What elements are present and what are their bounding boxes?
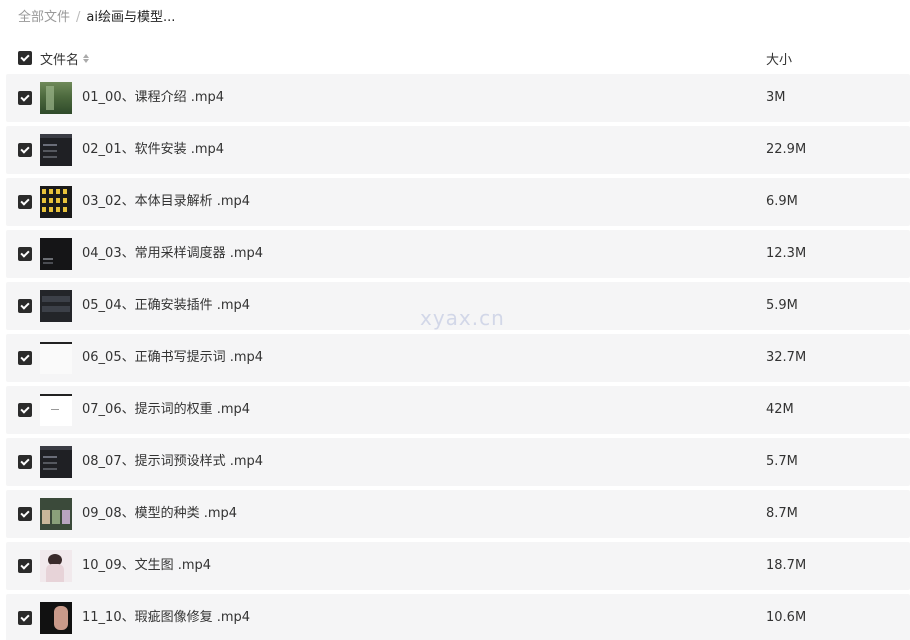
breadcrumb-separator: / [76, 10, 81, 25]
file-checkbox[interactable] [18, 143, 32, 157]
file-row[interactable]: 09_08、模型的种类 .mp4 8.7M [6, 490, 910, 538]
file-checkbox[interactable] [18, 507, 32, 521]
file-size: 5.7M [766, 454, 798, 469]
file-name[interactable]: 09_08、模型的种类 .mp4 [82, 505, 237, 523]
file-size: 5.9M [766, 298, 798, 313]
video-thumbnail [40, 550, 72, 582]
file-size: 3M [766, 90, 786, 105]
size-column-header: 大小 [766, 53, 793, 68]
file-row[interactable]: 03_02、本体目录解析 .mp4 6.9M [6, 178, 910, 226]
file-size: 32.7M [766, 350, 807, 365]
breadcrumb-root-link[interactable]: 全部文件 [18, 9, 70, 27]
file-checkbox[interactable] [18, 195, 32, 209]
video-thumbnail [40, 446, 72, 478]
file-list: 01_00、课程介绍 .mp4 3M 02_01、软件安装 .mp4 22.9M… [6, 74, 910, 640]
video-thumbnail [40, 238, 72, 270]
video-thumbnail [40, 290, 72, 322]
name-column-header[interactable]: 文件名 [40, 49, 90, 68]
file-row[interactable]: 10_09、文生图 .mp4 18.7M [6, 542, 910, 590]
file-size: 42M [766, 402, 794, 417]
video-thumbnail [40, 186, 72, 218]
file-size: 10.6M [766, 610, 807, 625]
watermark: xyax.cn [420, 306, 505, 330]
file-checkbox[interactable] [18, 299, 32, 313]
file-checkbox[interactable] [18, 247, 32, 261]
file-name[interactable]: 04_03、常用采样调度器 .mp4 [82, 245, 263, 263]
file-name[interactable]: 05_04、正确安装插件 .mp4 [82, 297, 250, 315]
file-row[interactable]: 07_06、提示词的权重 .mp4 42M [6, 386, 910, 434]
file-name[interactable]: 01_00、课程介绍 .mp4 [82, 89, 224, 107]
file-row[interactable]: 01_00、课程介绍 .mp4 3M [6, 74, 910, 122]
name-column-label: 文件名 [40, 53, 80, 68]
file-name[interactable]: 03_02、本体目录解析 .mp4 [82, 193, 250, 211]
file-row[interactable]: 11_10、瑕疵图像修复 .mp4 10.6M [6, 594, 910, 640]
video-thumbnail [40, 82, 72, 114]
file-checkbox[interactable] [18, 403, 32, 417]
sort-icon[interactable] [83, 54, 90, 63]
video-thumbnail [40, 602, 72, 634]
video-thumbnail [40, 342, 72, 374]
file-size: 6.9M [766, 194, 798, 209]
select-all-checkbox[interactable] [18, 51, 32, 65]
file-name[interactable]: 02_01、软件安装 .mp4 [82, 141, 224, 159]
breadcrumb-current-folder: ai绘画与模型... [86, 10, 176, 25]
file-size: 22.9M [766, 142, 807, 157]
file-row[interactable]: 04_03、常用采样调度器 .mp4 12.3M [6, 230, 910, 278]
file-name[interactable]: 10_09、文生图 .mp4 [82, 557, 211, 575]
file-name[interactable]: 11_10、瑕疵图像修复 .mp4 [82, 609, 250, 627]
file-checkbox[interactable] [18, 351, 32, 365]
video-thumbnail [40, 498, 72, 530]
file-size: 18.7M [766, 558, 807, 573]
breadcrumb: 全部文件 / ai绘画与模型... [18, 9, 175, 27]
file-name[interactable]: 06_05、正确书写提示词 .mp4 [82, 349, 263, 367]
file-checkbox[interactable] [18, 559, 32, 573]
file-name[interactable]: 07_06、提示词的权重 .mp4 [82, 401, 250, 419]
video-thumbnail [40, 394, 72, 426]
file-checkbox[interactable] [18, 611, 32, 625]
list-header: 文件名 大小 [0, 44, 910, 72]
file-checkbox[interactable] [18, 455, 32, 469]
file-size: 8.7M [766, 506, 798, 521]
file-checkbox[interactable] [18, 91, 32, 105]
file-name[interactable]: 08_07、提示词预设样式 .mp4 [82, 453, 263, 471]
file-row[interactable]: 06_05、正确书写提示词 .mp4 32.7M [6, 334, 910, 382]
file-row[interactable]: 08_07、提示词预设样式 .mp4 5.7M [6, 438, 910, 486]
file-size: 12.3M [766, 246, 807, 261]
file-browser: 全部文件 / ai绘画与模型... 文件名 大小 01_00、课程介绍 .mp4… [0, 0, 910, 640]
video-thumbnail [40, 134, 72, 166]
file-row[interactable]: 02_01、软件安装 .mp4 22.9M [6, 126, 910, 174]
